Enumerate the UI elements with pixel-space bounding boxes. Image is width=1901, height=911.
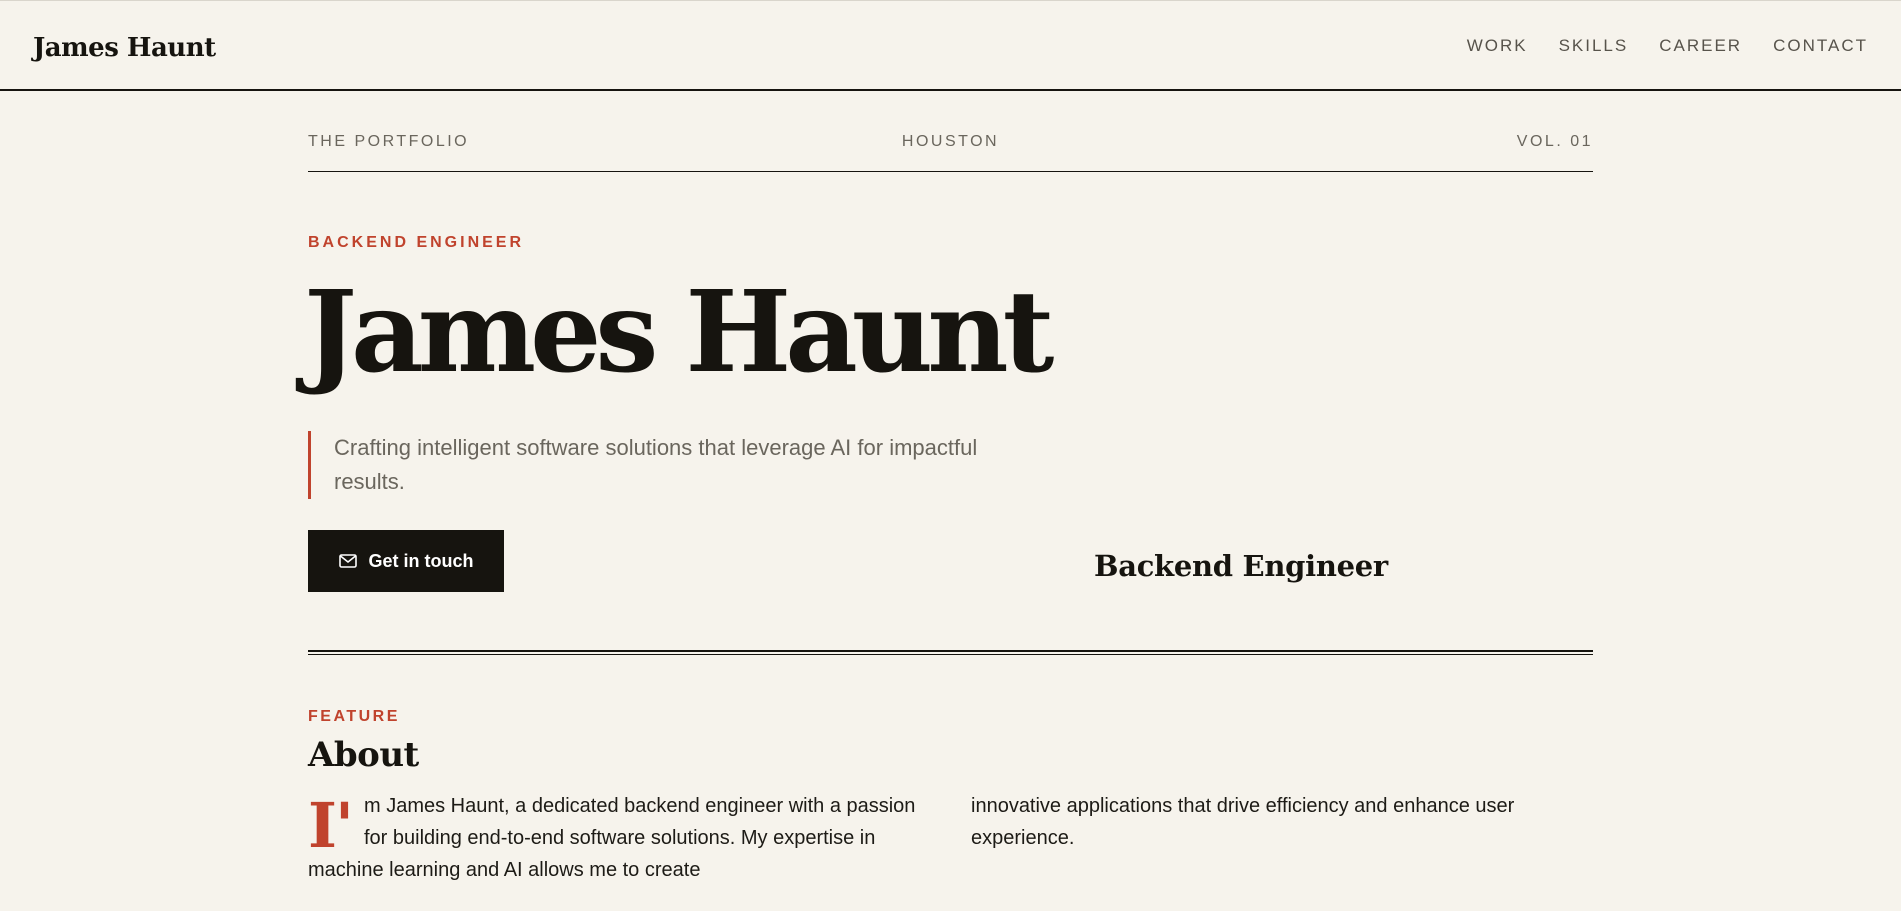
about-text-right: innovative applications that drive effic… bbox=[971, 795, 1515, 849]
about-text-left-body: m James Haunt, a dedicated backend engin… bbox=[308, 795, 916, 881]
masthead-strip: THE PORTFOLIO HOUSTON VOL. 01 bbox=[308, 132, 1593, 172]
nav-link-career[interactable]: CAREER bbox=[1659, 35, 1742, 57]
about-eyebrow: FEATURE bbox=[308, 708, 400, 725]
brand-logo[interactable]: James Haunt bbox=[33, 30, 216, 66]
get-in-touch-button[interactable]: Get in touch bbox=[308, 530, 504, 592]
nav-link-skills[interactable]: SKILLS bbox=[1559, 35, 1629, 57]
about-text-left: I' m James Haunt, a dedicated backend en… bbox=[308, 790, 928, 886]
hero-title: James Haunt bbox=[304, 267, 1054, 398]
masthead-volume: VOL. 01 bbox=[1516, 133, 1593, 150]
top-navigation-bar: James Haunt WORK SKILLS CAREER CONTACT bbox=[0, 0, 1901, 91]
about-title: About bbox=[308, 735, 419, 775]
drop-cap: I' bbox=[308, 789, 354, 862]
section-divider bbox=[308, 650, 1593, 655]
role-title: Backend Engineer bbox=[1094, 549, 1388, 583]
hero-eyebrow: BACKEND ENGINEER bbox=[308, 234, 525, 251]
masthead-location: HOUSTON bbox=[901, 133, 1000, 150]
nav-link-work[interactable]: WORK bbox=[1467, 35, 1528, 57]
nav-link-contact[interactable]: CONTACT bbox=[1773, 35, 1868, 57]
get-in-touch-label: Get in touch bbox=[368, 550, 474, 571]
hero-tagline: Crafting intelligent software solutions … bbox=[308, 431, 1028, 499]
main-nav: WORK SKILLS CAREER CONTACT bbox=[1467, 35, 1868, 57]
mail-icon bbox=[338, 554, 357, 568]
